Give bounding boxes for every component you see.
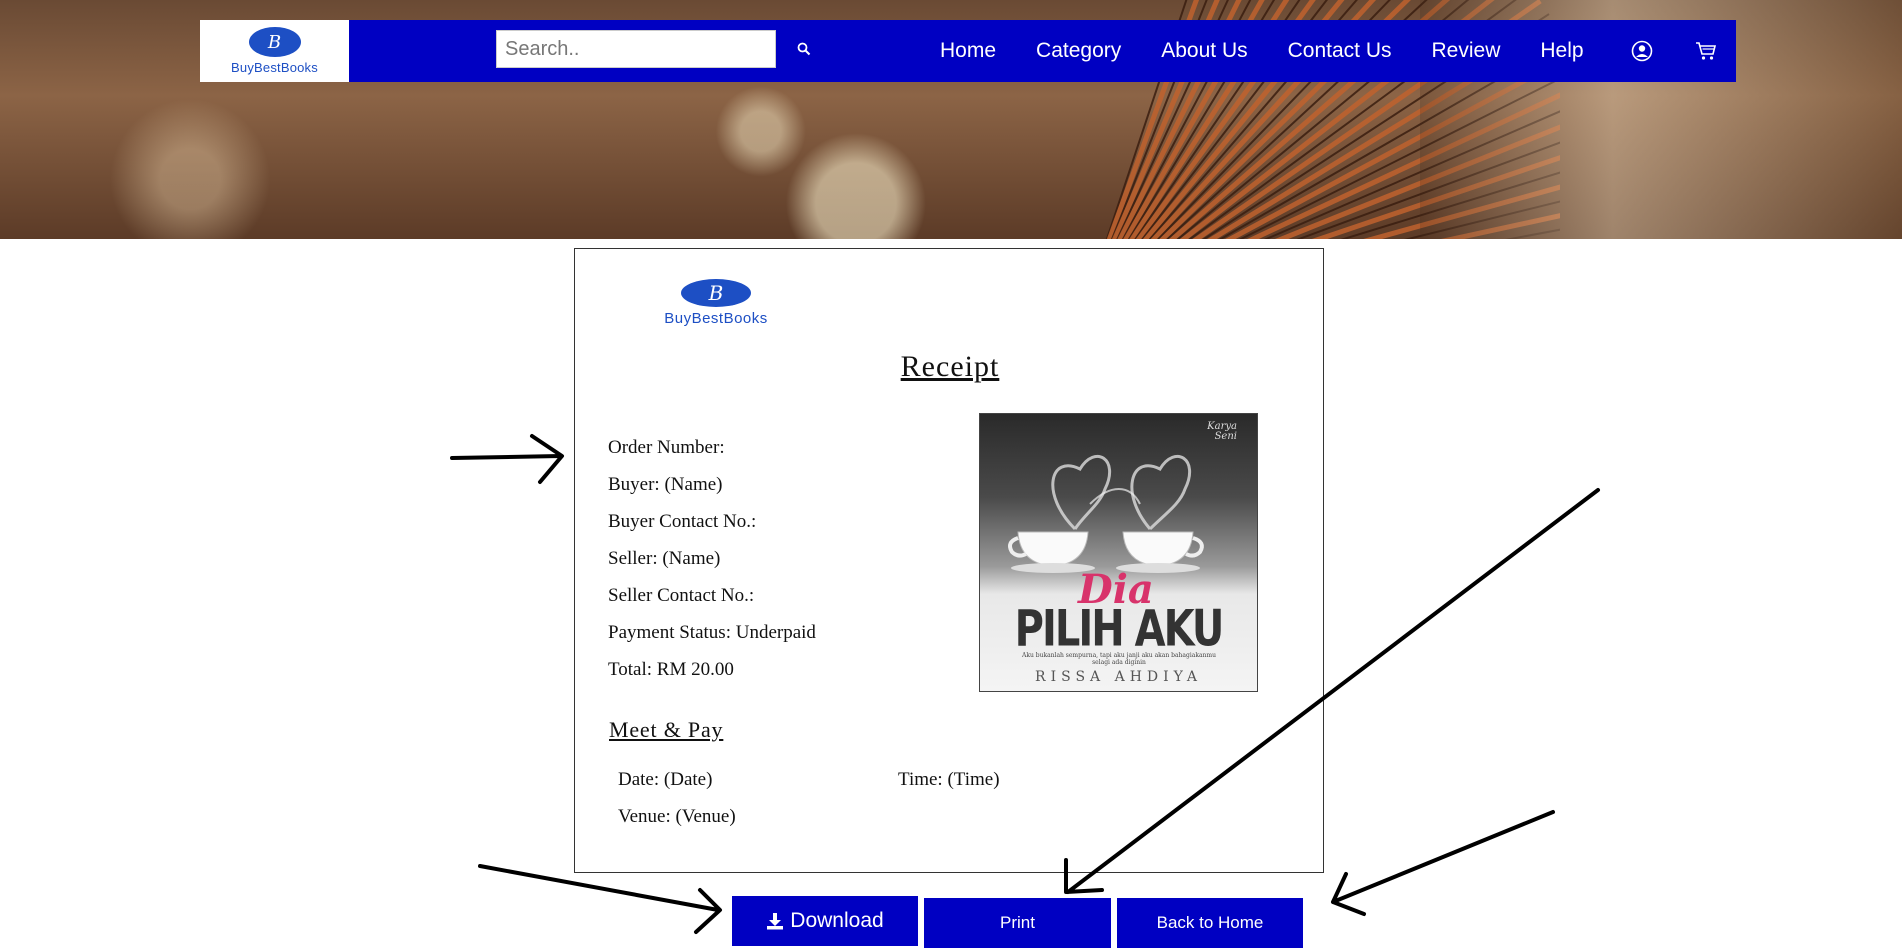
search-icon[interactable] [792, 37, 816, 61]
nav-item-about-us[interactable]: About Us [1161, 39, 1247, 63]
nav-item-contact-us[interactable]: Contact Us [1288, 39, 1392, 63]
back-to-home-button[interactable]: Back to Home [1117, 898, 1303, 948]
user-icon[interactable] [1630, 39, 1654, 63]
logo-monogram: B [679, 276, 753, 310]
cart-icon[interactable] [1694, 39, 1718, 63]
arrow-to-back-home-button [1331, 810, 1555, 916]
nav-item-review[interactable]: Review [1432, 39, 1501, 63]
meet-venue: Venue: (Venue) [618, 806, 736, 827]
book-author: RISSA AHDIYA [1035, 669, 1202, 685]
buyer-contact: Buyer Contact No.: [608, 511, 757, 532]
print-button[interactable]: Print [924, 898, 1111, 948]
receipt-title: Receipt [900, 350, 1000, 383]
arrow-to-download-button [478, 864, 722, 934]
download-icon [767, 913, 784, 930]
seller-name: Seller: (Name) [608, 548, 721, 569]
book-tagline: Aku bukanlah sempurna, tapi aku janji ak… [1022, 652, 1216, 666]
logo-monogram: B [246, 24, 303, 60]
top-navbar: B BuyBestBooks Home Category About Us Co… [200, 20, 1736, 82]
meet-time: Time: (Time) [898, 769, 1000, 790]
nav-item-help[interactable]: Help [1540, 39, 1583, 63]
order-number: Order Number: [608, 437, 725, 458]
book-title-main: PILIH AKU [1014, 600, 1225, 658]
search-input[interactable] [496, 30, 776, 68]
receipt-card: B BuyBestBooks Receipt Order Number: Buy… [574, 248, 1324, 873]
nav-item-category[interactable]: Category [1036, 39, 1121, 63]
total-amount: Total: RM 20.00 [608, 659, 734, 680]
nav-item-home[interactable]: Home [940, 39, 996, 63]
meet-date: Date: (Date) [618, 769, 713, 790]
receipt-logo: B BuyBestBooks [621, 276, 811, 329]
buyer-name: Buyer: (Name) [608, 474, 723, 495]
nav-menu: Home Category About Us Contact Us Review… [940, 20, 1624, 82]
book-publisher: Karya Seni [1207, 421, 1237, 442]
arrow-to-receipt-details [450, 434, 564, 484]
receipt-details: Order Number: Buyer: (Name) Buyer Contac… [608, 429, 816, 688]
payment-status: Payment Status: Underpaid [608, 622, 816, 643]
seller-contact: Seller Contact No.: [608, 585, 755, 606]
book-cover-image: Karya Seni Dia PILIH AKU Aku bukanlah se… [979, 413, 1258, 692]
logo-wordmark: BuyBestBooks [664, 310, 768, 327]
site-logo[interactable]: B BuyBestBooks [200, 20, 349, 82]
download-label: Download [790, 909, 884, 932]
meet-pay-heading: Meet & Pay [609, 717, 724, 742]
logo-wordmark: BuyBestBooks [231, 60, 318, 75]
download-button[interactable]: Download [732, 896, 918, 946]
